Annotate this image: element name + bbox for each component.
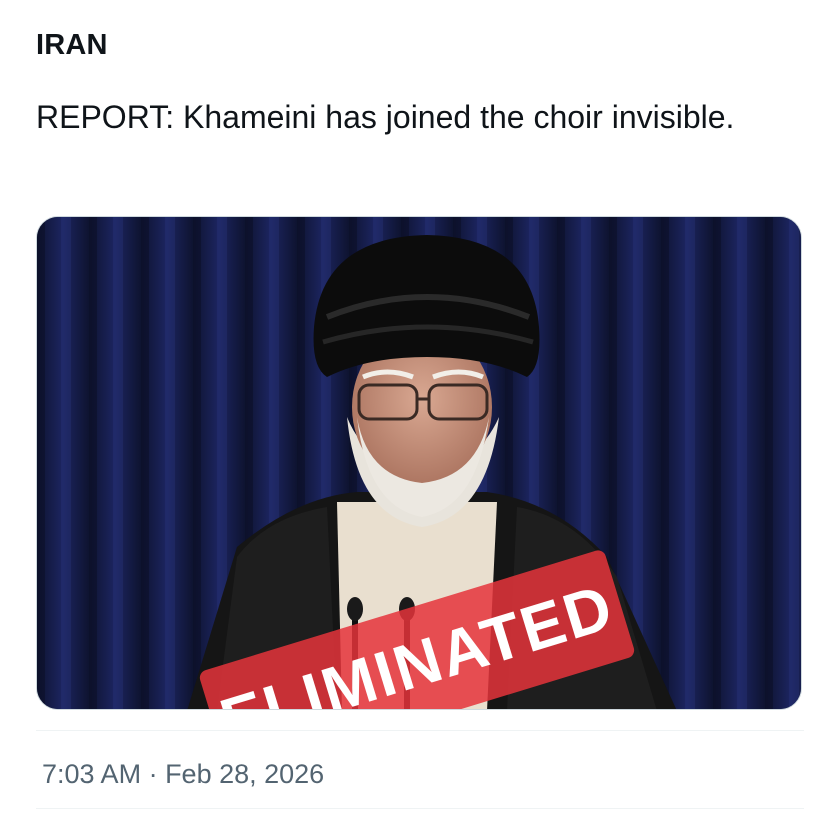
divider [36, 808, 804, 809]
author-name[interactable]: IRAN [36, 27, 108, 63]
post-date[interactable]: Feb 28, 2026 [165, 759, 324, 789]
timestamp[interactable]: 7:03 AM · Feb 28, 2026 [42, 757, 324, 791]
divider [36, 730, 804, 731]
post-text: REPORT: Khameini has joined the choir in… [36, 99, 735, 135]
separator: · [141, 759, 166, 789]
post: IRAN REPORT: Khameini has joined the cho… [0, 0, 840, 814]
post-image-illustration: ELIMINATED [37, 217, 801, 709]
post-image[interactable]: ELIMINATED [36, 216, 802, 710]
post-time[interactable]: 7:03 AM [42, 759, 141, 789]
